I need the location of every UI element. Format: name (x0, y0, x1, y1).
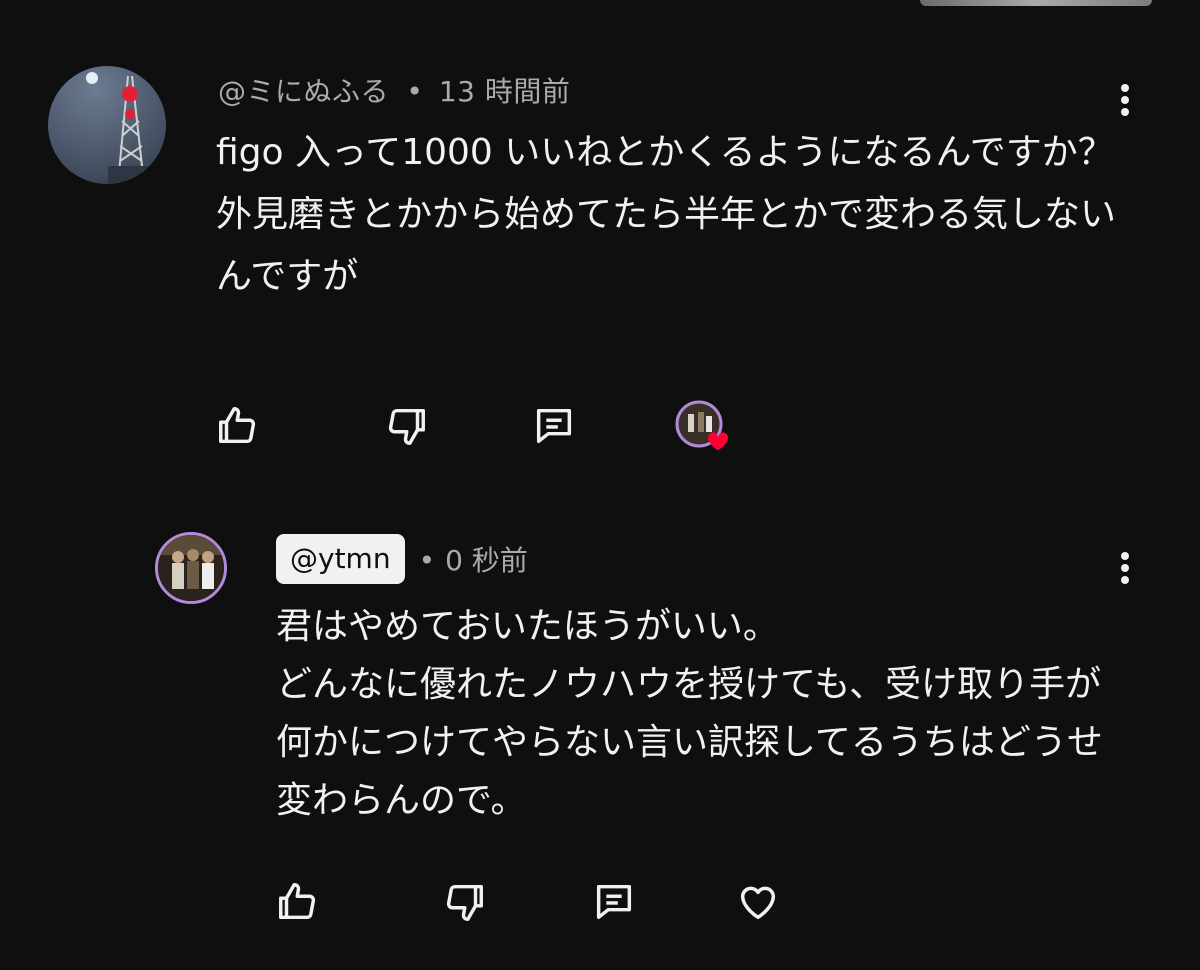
comment-more-button[interactable] (1110, 80, 1140, 120)
dislike-button[interactable] (438, 876, 490, 928)
thumbs-down-icon (446, 884, 483, 921)
commenter-avatar[interactable] (48, 66, 166, 184)
thumbs-down-icon (388, 408, 425, 445)
reply-header: @ytmn • 0 秒前 (276, 534, 528, 584)
reply-time: 0 秒前 (445, 544, 528, 577)
heart-button[interactable] (732, 876, 784, 928)
comment-time: 13 時間前 (438, 75, 571, 108)
thumbs-up-icon (279, 883, 316, 920)
dislike-button[interactable] (380, 400, 432, 452)
reply-meta: • 0 秒前 (419, 539, 528, 579)
creator-heart-badge[interactable] (674, 400, 729, 456)
reply-more-button[interactable] (1110, 548, 1140, 588)
more-vert-icon (1121, 552, 1129, 584)
reply-avatar[interactable] (155, 532, 227, 604)
thumbs-up-icon (219, 407, 256, 444)
reply-button[interactable] (528, 400, 580, 452)
like-button[interactable] (272, 876, 324, 928)
meta-separator: • (418, 544, 436, 577)
heart-icon (740, 886, 776, 920)
reply-text: 君はやめておいたほうがいい。 どんなに優れたノウハウを授けても、受け取り手が何か… (276, 606, 1103, 821)
comment-icon (536, 408, 572, 444)
comment-header: @ミにぬふる • 13 時間前 (218, 70, 570, 110)
top-thumbnail-edge (920, 0, 1152, 6)
reply-button[interactable] (588, 876, 640, 928)
creator-heart-icon (675, 400, 729, 450)
like-button[interactable] (212, 400, 264, 452)
comment-text: figo 入って1000 いいねとかくるようになるんですか？ 外見磨きとかから始… (216, 132, 1117, 297)
meta-separator: • (406, 75, 424, 108)
comment-author[interactable]: @ミにぬふる (218, 75, 389, 108)
more-vert-icon (1121, 84, 1129, 116)
reply-author-chip[interactable]: @ytmn (276, 534, 405, 584)
comment-icon (596, 884, 632, 920)
